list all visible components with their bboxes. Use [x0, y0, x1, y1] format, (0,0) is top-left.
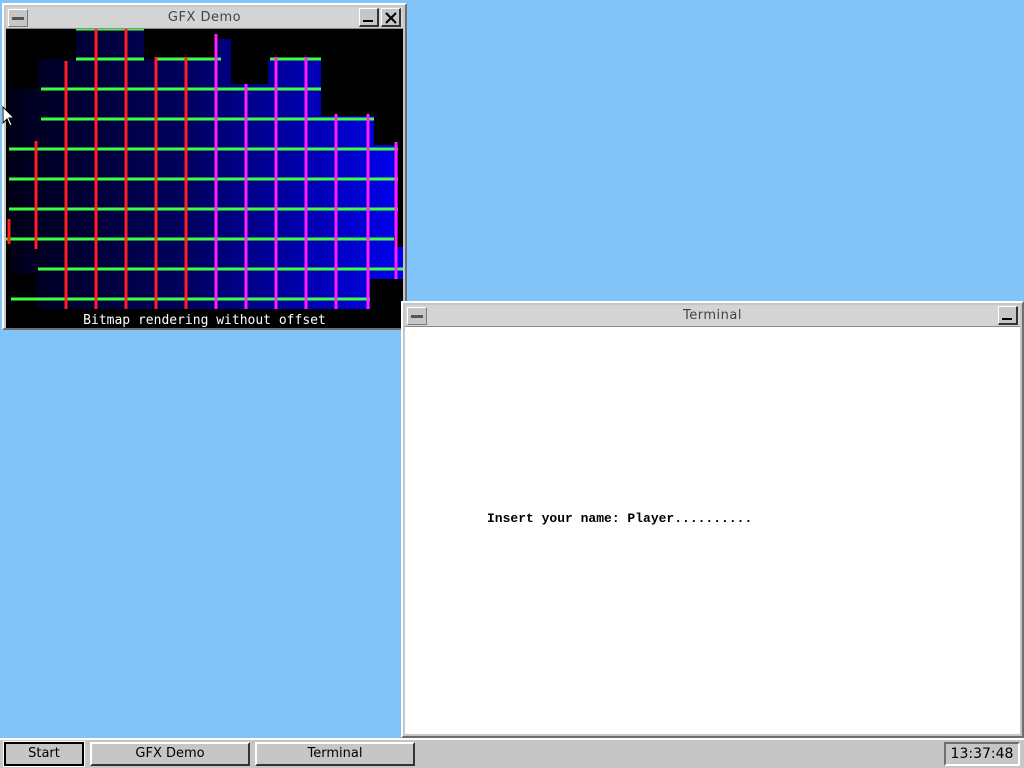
bitmap-render: [6, 29, 403, 309]
taskbar-item-terminal[interactable]: Terminal: [255, 742, 415, 766]
minus-icon: [411, 315, 423, 318]
gfx-close-button[interactable]: [381, 8, 401, 27]
gfx-render-canvas: [6, 29, 403, 314]
gfx-caption: Bitmap rendering without offset: [6, 314, 403, 328]
desktop[interactable]: GFX Demo Bitmap rendering without offset…: [0, 0, 1024, 768]
close-icon: [385, 12, 397, 24]
terminal-titlebar[interactable]: Terminal: [405, 305, 1020, 327]
minimize-icon: [363, 20, 373, 22]
terminal-body[interactable]: Insert your name: Player..........: [405, 327, 1020, 734]
taskbar-item-gfx-demo[interactable]: GFX Demo: [90, 742, 250, 766]
terminal-prompt-line: Insert your name: Player..........: [487, 511, 753, 526]
minus-icon: [12, 17, 24, 20]
gfx-demo-window[interactable]: GFX Demo Bitmap rendering without offset: [2, 3, 407, 330]
taskbar-clock: 13:37:48: [944, 742, 1020, 766]
taskbar: Start GFX Demo Terminal 13:37:48: [0, 738, 1024, 768]
mouse-cursor-icon: [2, 106, 16, 127]
gfx-window-title: GFX Demo: [167, 10, 242, 25]
minimize-icon: [1002, 318, 1012, 320]
start-button[interactable]: Start: [3, 741, 85, 767]
gfx-minimize-button[interactable]: [359, 8, 379, 27]
gfx-window-titlebar[interactable]: GFX Demo: [6, 7, 403, 29]
terminal-title: Terminal: [683, 308, 742, 323]
gfx-system-menu-button[interactable]: [8, 9, 28, 27]
terminal-window[interactable]: Terminal Insert your name: Player.......…: [401, 301, 1024, 738]
terminal-system-menu-button[interactable]: [407, 307, 427, 325]
terminal-minimize-button[interactable]: [998, 306, 1018, 325]
